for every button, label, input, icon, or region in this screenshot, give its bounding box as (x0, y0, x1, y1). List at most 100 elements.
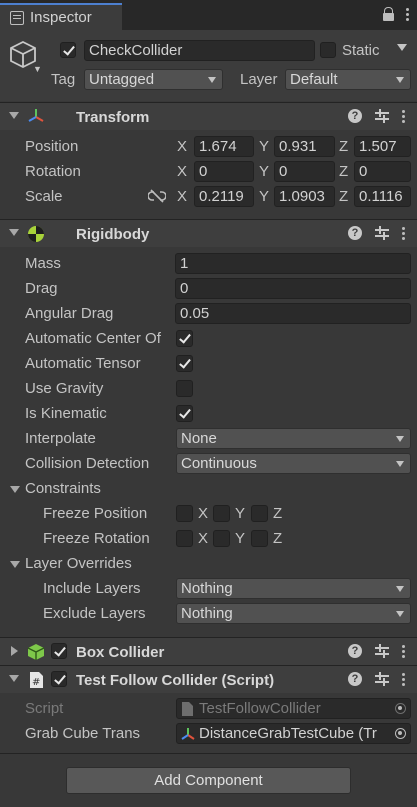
component-menu-icon[interactable] (402, 644, 405, 658)
freeze-position-z-checkbox[interactable] (251, 505, 268, 522)
transform-header[interactable]: Transform ? (0, 102, 417, 130)
grab-cube-trans-value: DistanceGrabTestCube (Tr (199, 725, 377, 742)
grab-cube-trans-field[interactable]: DistanceGrabTestCube (Tr (176, 723, 411, 744)
is-kinematic-checkbox[interactable] (176, 405, 193, 422)
collision-detection-dropdown[interactable]: Continuous (176, 453, 411, 474)
rotation-y-field[interactable]: 0 (274, 161, 335, 182)
layer-dropdown[interactable]: Default (285, 69, 411, 90)
drag-label: Drag (25, 280, 58, 297)
scale-z-field[interactable]: 0.1116 (354, 186, 411, 207)
help-icon[interactable]: ? (348, 644, 362, 658)
interpolate-dropdown[interactable]: None (176, 428, 411, 449)
axis-z-label: Z (339, 163, 349, 180)
drag-field[interactable]: 0 (175, 278, 411, 299)
auto-com-checkbox[interactable] (176, 330, 193, 347)
mass-field[interactable]: 1 (175, 253, 411, 274)
fold-open-icon[interactable] (9, 112, 19, 119)
transform-axes-icon (181, 728, 195, 740)
chevron-down-icon (208, 77, 216, 83)
exclude-layers-dropdown[interactable]: Nothing (176, 603, 411, 624)
layer-overrides-label[interactable]: Layer Overrides (25, 555, 132, 572)
object-picker-icon[interactable] (395, 728, 406, 739)
position-y-field[interactable]: 0.931 (274, 136, 335, 157)
exclude-layers-label: Exclude Layers (43, 605, 146, 622)
grab-cube-trans-label: Grab Cube Trans (25, 725, 141, 742)
axis-x-label: X (177, 163, 188, 180)
constraints-label[interactable]: Constraints (25, 480, 101, 497)
freeze-rotation-x-checkbox[interactable] (176, 530, 193, 547)
axis-x-label: X (177, 188, 188, 205)
object-picker-icon (395, 703, 406, 714)
presets-icon[interactable] (375, 672, 389, 686)
add-component-button[interactable]: Add Component (66, 767, 351, 794)
auto-com-label: Automatic Center Of (25, 330, 161, 347)
position-z-field[interactable]: 1.507 (354, 136, 411, 157)
include-layers-dropdown[interactable]: Nothing (176, 578, 411, 599)
axis-x-label: X (177, 138, 188, 155)
component-menu-icon[interactable] (402, 672, 405, 686)
static-checkbox[interactable] (320, 42, 336, 58)
presets-icon[interactable] (375, 226, 389, 240)
lock-icon[interactable] (383, 7, 394, 21)
is-kinematic-label: Is Kinematic (25, 405, 107, 422)
active-checkbox[interactable] (60, 42, 76, 58)
scale-y-field[interactable]: 1.0903 (274, 186, 335, 207)
csharp-script-icon: # (30, 672, 43, 688)
axis-z-label: Z (273, 505, 283, 522)
mass-label: Mass (25, 255, 61, 272)
angular-drag-field[interactable]: 0.05 (175, 303, 411, 324)
axis-x-label: X (198, 505, 209, 522)
component-title: Transform (76, 109, 150, 126)
component-menu-icon[interactable] (402, 226, 405, 240)
axis-y-label: Y (235, 530, 246, 547)
freeze-position-y-checkbox[interactable] (213, 505, 230, 522)
script-label: Script (25, 700, 64, 717)
constraints-fold-icon[interactable] (10, 486, 20, 493)
collision-detection-value: Continuous (181, 455, 257, 472)
freeze-position-x-checkbox[interactable] (176, 505, 193, 522)
freeze-position-label: Freeze Position (43, 505, 148, 522)
test-follow-collider-header[interactable]: # Test Follow Collider (Script) ? (0, 665, 417, 693)
inspector-tab[interactable]: Inspector (0, 3, 122, 30)
component-menu-icon[interactable] (402, 109, 405, 123)
static-dropdown-icon[interactable] (397, 44, 407, 51)
rotation-z-field[interactable]: 0 (354, 161, 411, 182)
icon-dropdown-icon[interactable]: ▼ (33, 64, 42, 74)
link-scale-icon[interactable] (148, 189, 166, 203)
fold-closed-icon[interactable] (11, 646, 18, 656)
position-x-field[interactable]: 1.674 (194, 136, 254, 157)
layer-overrides-fold-icon[interactable] (10, 561, 20, 568)
help-icon[interactable]: ? (348, 109, 362, 123)
auto-tensor-checkbox[interactable] (176, 355, 193, 372)
test-follow-enabled-checkbox[interactable] (51, 671, 67, 687)
tag-value: Untagged (89, 71, 155, 88)
inspector-icon (10, 10, 24, 25)
scale-x-field[interactable]: 0.2119 (194, 186, 254, 207)
interpolate-value: None (181, 430, 217, 447)
component-title: Box Collider (76, 644, 165, 661)
include-layers-value: Nothing (181, 580, 233, 597)
object-name-field[interactable]: CheckCollider (84, 40, 315, 61)
rigidbody-icon (28, 226, 44, 242)
script-field: TestFollowCollider (176, 698, 411, 719)
axis-z-label: Z (273, 530, 283, 547)
box-collider-header[interactable]: Box Collider ? (0, 637, 417, 665)
freeze-rotation-y-checkbox[interactable] (213, 530, 230, 547)
use-gravity-checkbox[interactable] (176, 380, 193, 397)
window-tab-bar: Inspector (0, 0, 417, 30)
help-icon[interactable]: ? (348, 226, 362, 240)
fold-open-icon[interactable] (9, 675, 19, 682)
axis-y-label: Y (259, 188, 270, 205)
help-icon[interactable]: ? (348, 672, 362, 686)
rigidbody-header[interactable]: Rigidbody ? (0, 219, 417, 247)
box-collider-enabled-checkbox[interactable] (51, 643, 67, 659)
axis-x-label: X (198, 530, 209, 547)
rotation-x-field[interactable]: 0 (194, 161, 254, 182)
freeze-rotation-z-checkbox[interactable] (251, 530, 268, 547)
presets-icon[interactable] (375, 109, 389, 123)
presets-icon[interactable] (375, 644, 389, 658)
tag-dropdown[interactable]: Untagged (84, 69, 223, 90)
more-menu-icon[interactable] (406, 7, 409, 21)
axis-y-label: Y (259, 163, 270, 180)
fold-open-icon[interactable] (9, 229, 19, 236)
